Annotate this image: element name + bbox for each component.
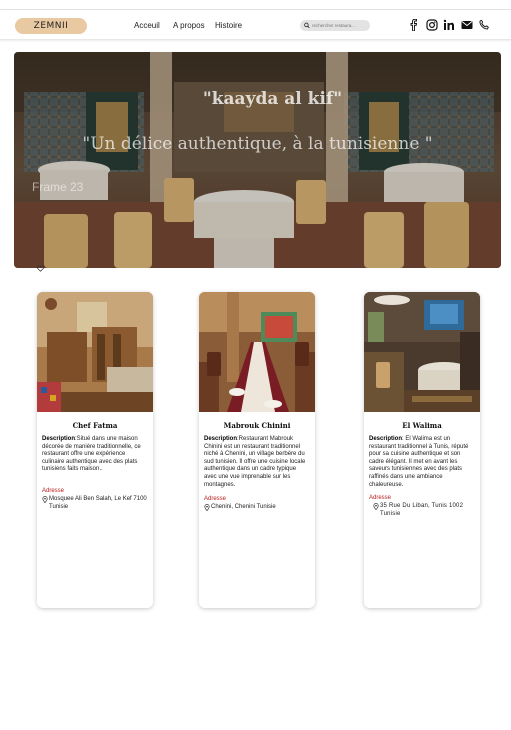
linkedin-icon — [443, 19, 454, 30]
search-input[interactable] — [312, 23, 370, 28]
address-line: Mosquee Ali Ben Salah, Le Kef 7100 Tunis… — [42, 496, 148, 511]
address-text: 35 Rue Du Liban, Tunis 1002 Tunisie — [380, 503, 464, 517]
hero-banner: "kaayda al kif" "Un délice authentique, … — [14, 52, 501, 268]
restaurant-photo — [37, 292, 153, 412]
hero-subtitle: "Un délice authentique, à la tunisienne … — [82, 134, 433, 154]
address-label: Adresse — [204, 496, 227, 503]
description-label: Description — [204, 436, 238, 442]
instagram-link[interactable] — [425, 18, 438, 31]
location-pin-icon — [42, 496, 48, 503]
card-title: Mabrouk Chinini — [223, 421, 291, 430]
card-description: Description: El Walima est un restaurant… — [369, 436, 475, 489]
mail-icon — [461, 20, 472, 29]
location-pin-icon — [373, 503, 379, 511]
description-label: Description — [369, 436, 403, 442]
address-label: Adresse — [369, 495, 392, 502]
card-title: Chef Fatma — [72, 421, 118, 430]
restaurant-photo — [364, 292, 480, 412]
phone-icon — [478, 19, 489, 29]
address-line: Chenini, Chenini Tunisie — [204, 504, 310, 512]
restaurant-card[interactable]: El Walima Description: El Walima est un … — [364, 292, 480, 608]
description-label: Description — [42, 436, 76, 442]
restaurant-card[interactable]: Chef Fatma Description:Situé dans une ma… — [37, 292, 153, 608]
navbar: ZEMNII Acceuil A propos Histoire — [0, 10, 511, 40]
card-description: Description:Restaurant Mabrouk Chinini e… — [204, 436, 310, 489]
hero-title: "kaayda al kif" — [202, 89, 343, 109]
search-icon — [304, 22, 310, 29]
mail-link[interactable] — [460, 18, 473, 31]
facebook-link[interactable] — [407, 18, 420, 31]
frame-label: Frame 23 — [32, 180, 84, 194]
nav-link-a-propos[interactable]: A propos — [173, 21, 205, 30]
nav-link-acceuil[interactable]: Acceuil — [134, 21, 160, 30]
address-text: Chenini, Chenini Tunisie — [211, 504, 276, 511]
facebook-icon — [410, 18, 417, 31]
top-border — [0, 0, 511, 10]
restaurant-card[interactable]: Mabrouk Chinini Description:Restaurant M… — [199, 292, 315, 608]
address-text: Mosquee Ali Ben Salah, Le Kef 7100 Tunis… — [49, 495, 147, 510]
nav-link-histoire[interactable]: Histoire — [215, 21, 242, 30]
address-line: 35 Rue Du Liban, Tunis 1002 Tunisie — [373, 503, 475, 518]
address-label: Adresse — [42, 487, 65, 494]
description-text: :Restaurant Mabrouk Chinini est un resta… — [204, 436, 306, 488]
description-text: : El Walima est un restaurant traditionn… — [369, 436, 469, 488]
heart-icon[interactable] — [37, 265, 44, 272]
location-pin-icon — [204, 504, 210, 512]
card-description: Description:Situé dans une maison décoré… — [42, 436, 148, 474]
card-title: El Walima — [402, 421, 442, 430]
logo[interactable]: ZEMNII — [15, 18, 87, 34]
linkedin-link[interactable] — [442, 18, 455, 31]
hero-restaurant-photo — [14, 52, 501, 268]
restaurant-photo — [199, 292, 315, 412]
phone-link[interactable] — [477, 18, 490, 31]
instagram-icon — [425, 18, 438, 31]
search-bar[interactable] — [300, 20, 370, 31]
